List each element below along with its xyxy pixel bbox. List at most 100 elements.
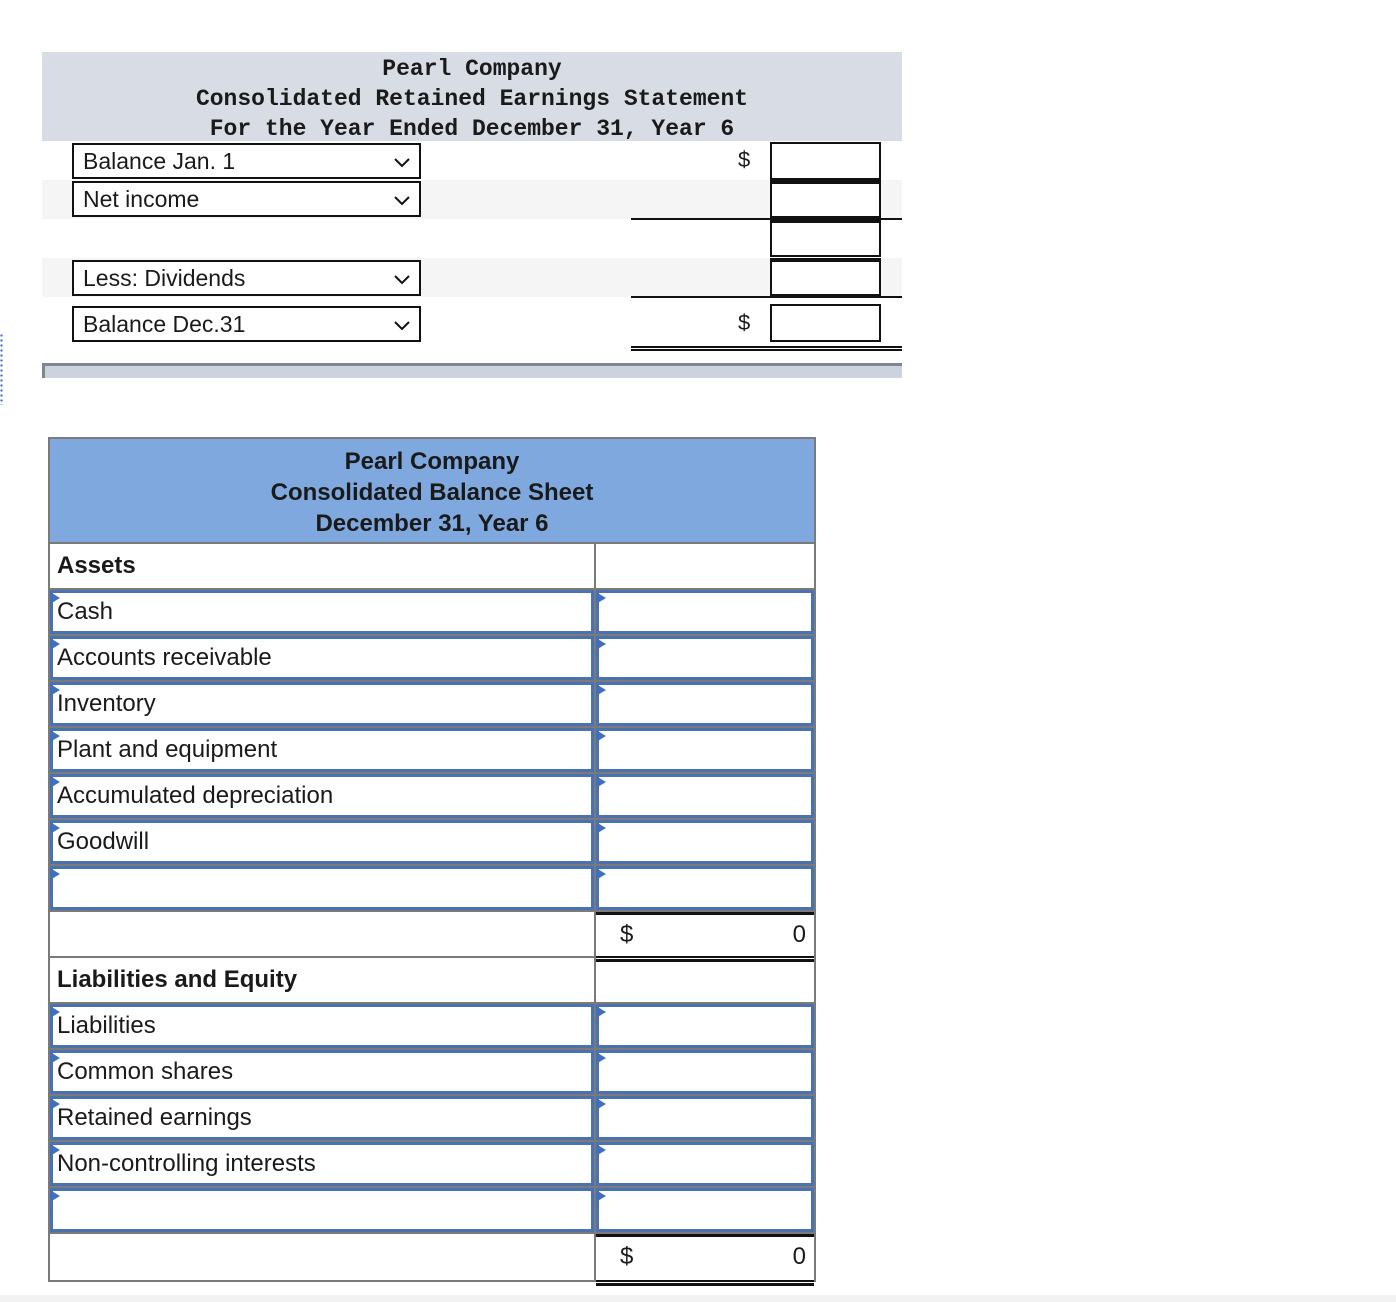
flag-icon: [50, 1098, 60, 1110]
table-row: Goodwill: [50, 820, 814, 866]
flag-icon: [50, 730, 60, 742]
table-row: Common shares: [50, 1050, 814, 1096]
chevron-down-icon: [394, 158, 410, 168]
asset-label-input[interactable]: [50, 866, 594, 910]
re-select-label: Balance Jan. 1: [83, 148, 236, 174]
double-underline: [596, 1280, 814, 1286]
asset-label-input[interactable]: Accounts receivable: [50, 636, 594, 680]
re-input-balance-dec31[interactable]: [770, 304, 881, 342]
table-row: Liabilities: [50, 1004, 814, 1050]
assets-heading: Assets: [50, 544, 596, 588]
bs-date: December 31, Year 6: [315, 510, 549, 537]
asset-label-input[interactable]: Accumulated depreciation: [50, 774, 594, 818]
liabilities-total: $ 0: [596, 1234, 814, 1286]
liabilities-total-value: 0: [792, 1243, 806, 1270]
liability-label-input[interactable]: [50, 1188, 594, 1232]
re-select-label: Net income: [83, 186, 200, 212]
margin-marker: [0, 333, 3, 405]
asset-amount-input[interactable]: [596, 866, 814, 910]
chevron-down-icon: [394, 321, 410, 331]
balance-sheet: Pearl Company Consolidated Balance Sheet…: [48, 437, 816, 1286]
re-input-dividends[interactable]: [770, 258, 881, 296]
re-select-balance-dec31[interactable]: Balance Dec.31: [72, 306, 421, 342]
liability-amount-input[interactable]: [596, 1142, 814, 1186]
asset-label-input[interactable]: Goodwill: [50, 820, 594, 864]
flag-icon: [50, 1190, 60, 1202]
re-total-line: [631, 296, 902, 298]
flag-icon: [596, 1052, 606, 1064]
re-select-label: Less: Dividends: [83, 265, 246, 291]
bottom-bar: [0, 1295, 1396, 1302]
table-row: Inventory: [50, 682, 814, 728]
liabilities-total-row: $ 0: [50, 1234, 814, 1286]
asset-amount-input[interactable]: [596, 728, 814, 772]
re-double-underline: [631, 346, 902, 351]
liability-amount-input[interactable]: [596, 1050, 814, 1094]
re-row-dividends: Less: Dividends: [42, 258, 902, 297]
re-dollar-sign: $: [738, 147, 751, 172]
table-row: Retained earnings: [50, 1096, 814, 1142]
re-input-balance-jan1[interactable]: [770, 142, 881, 180]
asset-label-input[interactable]: Inventory: [50, 682, 594, 726]
asset-amount-input[interactable]: [596, 774, 814, 818]
table-row: [50, 866, 814, 912]
asset-label-input[interactable]: Plant and equipment: [50, 728, 594, 772]
flag-icon: [50, 1144, 60, 1156]
table-row: [50, 1188, 814, 1234]
bs-assets-heading-row: Assets: [50, 544, 814, 590]
retained-earnings-statement: Pearl Company Consolidated Retained Earn…: [42, 52, 902, 351]
liability-amount-input[interactable]: [596, 1188, 814, 1232]
asset-amount-input[interactable]: [596, 636, 814, 680]
asset-amount-input[interactable]: [596, 682, 814, 726]
re-select-dividends[interactable]: Less: Dividends: [72, 260, 421, 296]
table-row: Non-controlling interests: [50, 1142, 814, 1188]
flag-icon: [50, 1006, 60, 1018]
asset-amount-input[interactable]: [596, 820, 814, 864]
liability-amount-input[interactable]: [596, 1004, 814, 1048]
re-company: Pearl Company: [382, 56, 562, 82]
chevron-down-icon: [394, 196, 410, 206]
re-select-label: Balance Dec.31: [83, 311, 246, 337]
re-dollar-sign: $: [738, 310, 751, 335]
re-period: For the Year Ended December 31, Year 6: [209, 116, 735, 142]
table-row: Accumulated depreciation: [50, 774, 814, 820]
re-row-balance-jan1: Balance Jan. 1 $: [42, 141, 902, 180]
re-footer-bar: [42, 363, 902, 378]
flag-icon: [50, 776, 60, 788]
re-row-subtotal: [42, 219, 902, 258]
bs-title: Consolidated Balance Sheet: [270, 479, 594, 506]
re-row-net-income: Net income: [42, 180, 902, 219]
bs-header: Pearl Company Consolidated Balance Sheet…: [50, 439, 814, 544]
bs-liabilities-heading-row: Liabilities and Equity: [50, 958, 814, 1004]
re-row-balance-dec31: Balance Dec.31 $: [42, 304, 902, 343]
liability-label-input[interactable]: Non-controlling interests: [50, 1142, 594, 1186]
flag-icon: [596, 592, 606, 604]
currency-symbol: $: [620, 1243, 634, 1270]
re-title: Consolidated Retained Earnings Statement: [195, 86, 749, 112]
re-input-subtotal[interactable]: [770, 219, 881, 257]
flag-icon: [50, 1052, 60, 1064]
re-select-net-income[interactable]: Net income: [72, 181, 421, 217]
assets-total-row: $ 0: [50, 912, 814, 962]
asset-amount-input[interactable]: [596, 590, 814, 634]
assets-total: $ 0: [596, 912, 814, 962]
liability-label-input[interactable]: Retained earnings: [50, 1096, 594, 1140]
flag-icon: [50, 822, 60, 834]
flag-icon: [50, 684, 60, 696]
re-select-balance-jan1[interactable]: Balance Jan. 1: [72, 143, 421, 179]
chevron-down-icon: [394, 275, 410, 285]
flag-icon: [596, 1098, 606, 1110]
re-header: Pearl Company Consolidated Retained Earn…: [42, 52, 902, 142]
asset-label-input[interactable]: Cash: [50, 590, 594, 634]
flag-icon: [596, 638, 606, 650]
liability-label-input[interactable]: Common shares: [50, 1050, 594, 1094]
liability-amount-input[interactable]: [596, 1096, 814, 1140]
flag-icon: [596, 684, 606, 696]
flag-icon: [596, 1006, 606, 1018]
flag-icon: [596, 868, 606, 880]
re-input-net-income[interactable]: [770, 180, 881, 218]
liability-label-input[interactable]: Liabilities: [50, 1004, 594, 1048]
table-row: Cash: [50, 590, 814, 636]
flag-icon: [596, 730, 606, 742]
flag-icon: [596, 776, 606, 788]
